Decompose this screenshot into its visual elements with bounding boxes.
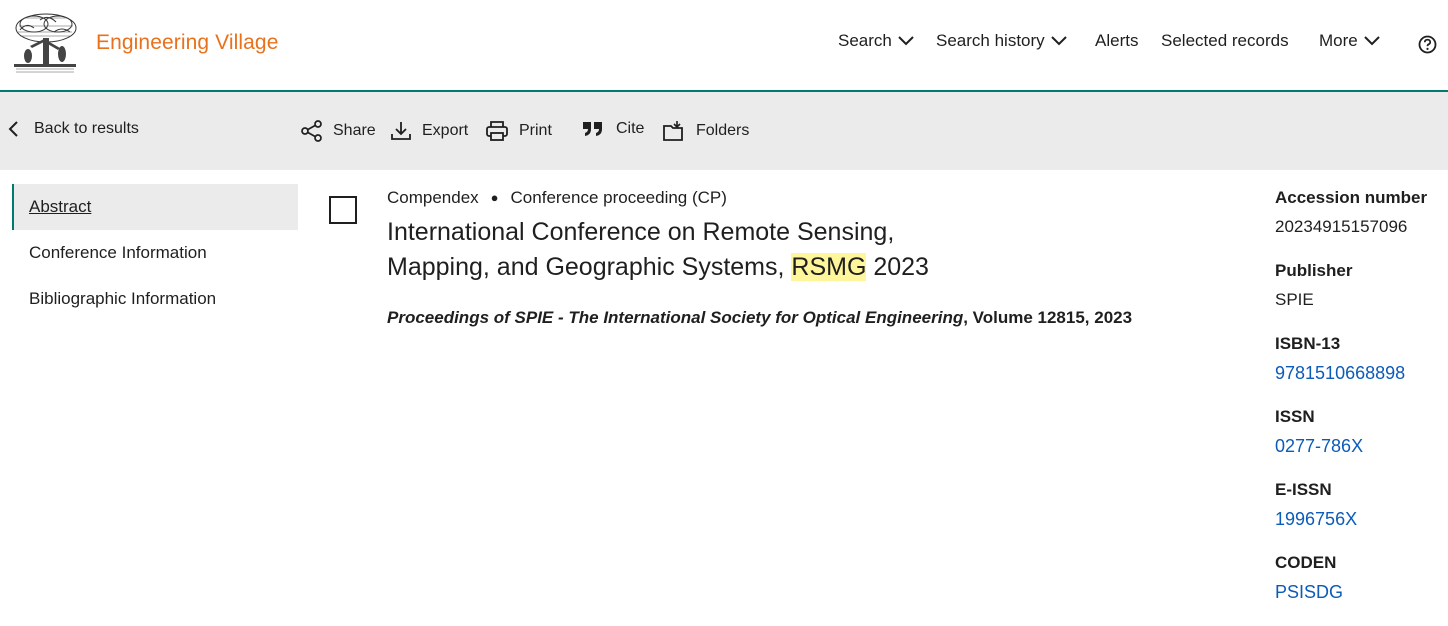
printer-icon: [486, 121, 508, 141]
back-to-results-label: Back to results: [34, 120, 139, 137]
nav-selected-records-label: Selected records: [1161, 31, 1289, 50]
nav-more[interactable]: More: [1319, 31, 1380, 51]
back-to-results-button[interactable]: Back to results: [8, 120, 139, 138]
share-button[interactable]: Share: [301, 120, 376, 142]
print-button[interactable]: Print: [485, 120, 552, 142]
coden-label: CODEN: [1275, 553, 1337, 572]
isbn-link[interactable]: 9781510668898: [1275, 362, 1445, 384]
select-record-checkbox[interactable]: [329, 196, 357, 224]
record-meta: Compendex ● Conference proceeding (CP): [387, 188, 727, 208]
issn-label: ISSN: [1275, 407, 1315, 426]
issn-link[interactable]: 0277-786X: [1275, 435, 1445, 457]
folders-button[interactable]: Folders: [662, 120, 749, 142]
publisher-value: SPIE: [1275, 290, 1314, 309]
record-title: International Conference on Remote Sensi…: [387, 215, 987, 285]
download-icon: [391, 122, 411, 140]
coden-group: CODEN PSISDG: [1275, 552, 1445, 603]
chevron-down-icon: [898, 36, 914, 46]
chevron-left-icon: [8, 121, 18, 137]
side-nav-bibliographic-information[interactable]: Bibliographic Information: [12, 276, 298, 322]
folders-label: Folders: [696, 122, 750, 139]
accession-label: Accession number: [1275, 188, 1428, 207]
nav-search-history[interactable]: Search history: [936, 31, 1067, 51]
chevron-down-icon: [1050, 36, 1067, 46]
nav-search[interactable]: Search: [838, 31, 914, 51]
separator-dot: ●: [490, 190, 499, 205]
print-label: Print: [519, 122, 552, 139]
publisher-group: Publisher SPIE: [1275, 260, 1445, 311]
nav-alerts-label: Alerts: [1095, 31, 1139, 50]
source-volume-year: , Volume 12815, 2023: [963, 308, 1133, 327]
side-nav-abstract[interactable]: Abstract: [12, 184, 298, 230]
nav-selected-records[interactable]: Selected records: [1161, 31, 1289, 51]
isbn-group: ISBN-13 9781510668898: [1275, 333, 1445, 384]
cite-label: Cite: [616, 120, 645, 137]
record-details: Accession number 20234915157096 Publishe…: [1275, 187, 1445, 625]
export-label: Export: [422, 122, 469, 139]
cite-button[interactable]: Cite: [582, 120, 644, 138]
share-label: Share: [333, 122, 376, 139]
elsevier-tree-icon[interactable]: [10, 12, 80, 74]
eissn-link[interactable]: 1996756X: [1275, 508, 1445, 530]
export-button[interactable]: Export: [390, 120, 468, 142]
nav-more-label: More: [1319, 31, 1358, 50]
quote-icon: [583, 122, 602, 136]
nav-alerts[interactable]: Alerts: [1095, 31, 1138, 51]
chevron-down-icon: [1364, 36, 1380, 46]
accession-group: Accession number 20234915157096: [1275, 187, 1445, 238]
coden-link[interactable]: PSISDG: [1275, 581, 1445, 603]
issn-group: ISSN 0277-786X: [1275, 406, 1445, 457]
nav-search-label: Search: [838, 31, 892, 50]
document-type: Conference proceeding (CP): [510, 188, 727, 207]
publisher-label: Publisher: [1275, 261, 1353, 280]
title-text-end: 2023: [866, 253, 929, 281]
share-icon: [301, 120, 322, 142]
nav-search-history-label: Search history: [936, 31, 1045, 50]
site-header: Engineering Village Search Search histor…: [0, 0, 1448, 92]
folder-add-icon: [663, 121, 683, 141]
record-side-nav: Abstract Conference Information Bibliogr…: [12, 184, 298, 322]
accession-value: 20234915157096: [1275, 217, 1408, 236]
eissn-label: E-ISSN: [1275, 480, 1332, 499]
help-icon[interactable]: [1418, 35, 1437, 54]
record-toolbar: Back to results Share Export Print Cite …: [0, 92, 1448, 170]
database-name: Compendex: [387, 188, 479, 207]
brand-name[interactable]: Engineering Village: [96, 31, 278, 55]
record-source: Proceedings of SPIE - The International …: [387, 308, 1132, 328]
side-nav-conference-information[interactable]: Conference Information: [12, 230, 298, 276]
title-highlight: RSMG: [791, 253, 867, 281]
source-title: Proceedings of SPIE - The International …: [387, 308, 964, 327]
eissn-group: E-ISSN 1996756X: [1275, 479, 1445, 530]
isbn-label: ISBN-13: [1275, 334, 1341, 353]
